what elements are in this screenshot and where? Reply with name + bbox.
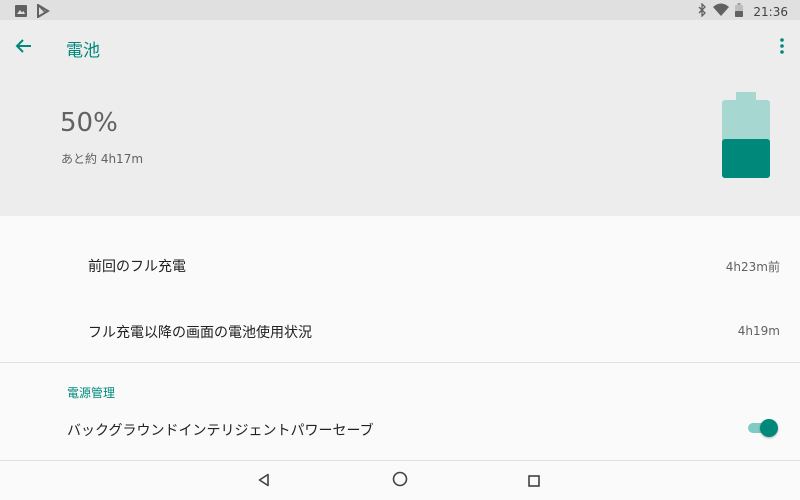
battery-body-fill <box>722 139 770 178</box>
overflow-menu-button[interactable] <box>776 36 788 60</box>
background-power-save-label[interactable]: バックグラウンドインテリジェントパワーセーブ <box>67 420 374 440</box>
page-title: 電池 <box>66 41 100 61</box>
back-triangle-icon <box>257 472 271 491</box>
status-time: 21:36 <box>753 4 788 19</box>
battery-percent: 50% <box>60 108 118 138</box>
battery-header: 電池 50% あと約 4h17m <box>0 20 800 216</box>
background-power-save-switch[interactable] <box>746 418 780 438</box>
wifi-icon <box>713 2 730 21</box>
nav-back-button[interactable] <box>252 469 276 493</box>
battery-remaining-time: あと約 4h17m <box>61 152 144 166</box>
navigation-bar <box>0 460 800 500</box>
stat-label: 前回のフル充電 <box>88 259 186 275</box>
battery-level-icon <box>722 92 770 178</box>
battery-status-icon <box>735 2 744 21</box>
nav-home-button[interactable] <box>388 469 412 493</box>
bluetooth-icon <box>697 2 707 21</box>
back-button[interactable] <box>12 36 36 60</box>
stat-row-last-full-charge[interactable]: 前回のフル充電 4h23m前 <box>0 216 800 296</box>
battery-cap <box>736 92 756 100</box>
stat-value: 4h19m <box>737 324 780 338</box>
section-divider <box>0 362 800 363</box>
recents-square-icon <box>528 472 540 491</box>
more-vert-icon <box>780 38 784 58</box>
stat-label: フル充電以降の画面の電池使用状況 <box>88 325 312 341</box>
home-circle-icon <box>392 471 408 491</box>
nav-recents-button[interactable] <box>522 469 546 493</box>
section-title-power-management: 電源管理 <box>67 386 116 400</box>
app-bar: 電池 <box>0 20 800 76</box>
switch-thumb <box>760 419 778 437</box>
status-bar: 21:36 <box>0 0 800 20</box>
arrow-back-icon <box>15 37 33 59</box>
stat-row-screen-usage[interactable]: フル充電以降の画面の電池使用状況 4h19m <box>0 296 800 362</box>
stat-value: 4h23m前 <box>725 260 780 274</box>
